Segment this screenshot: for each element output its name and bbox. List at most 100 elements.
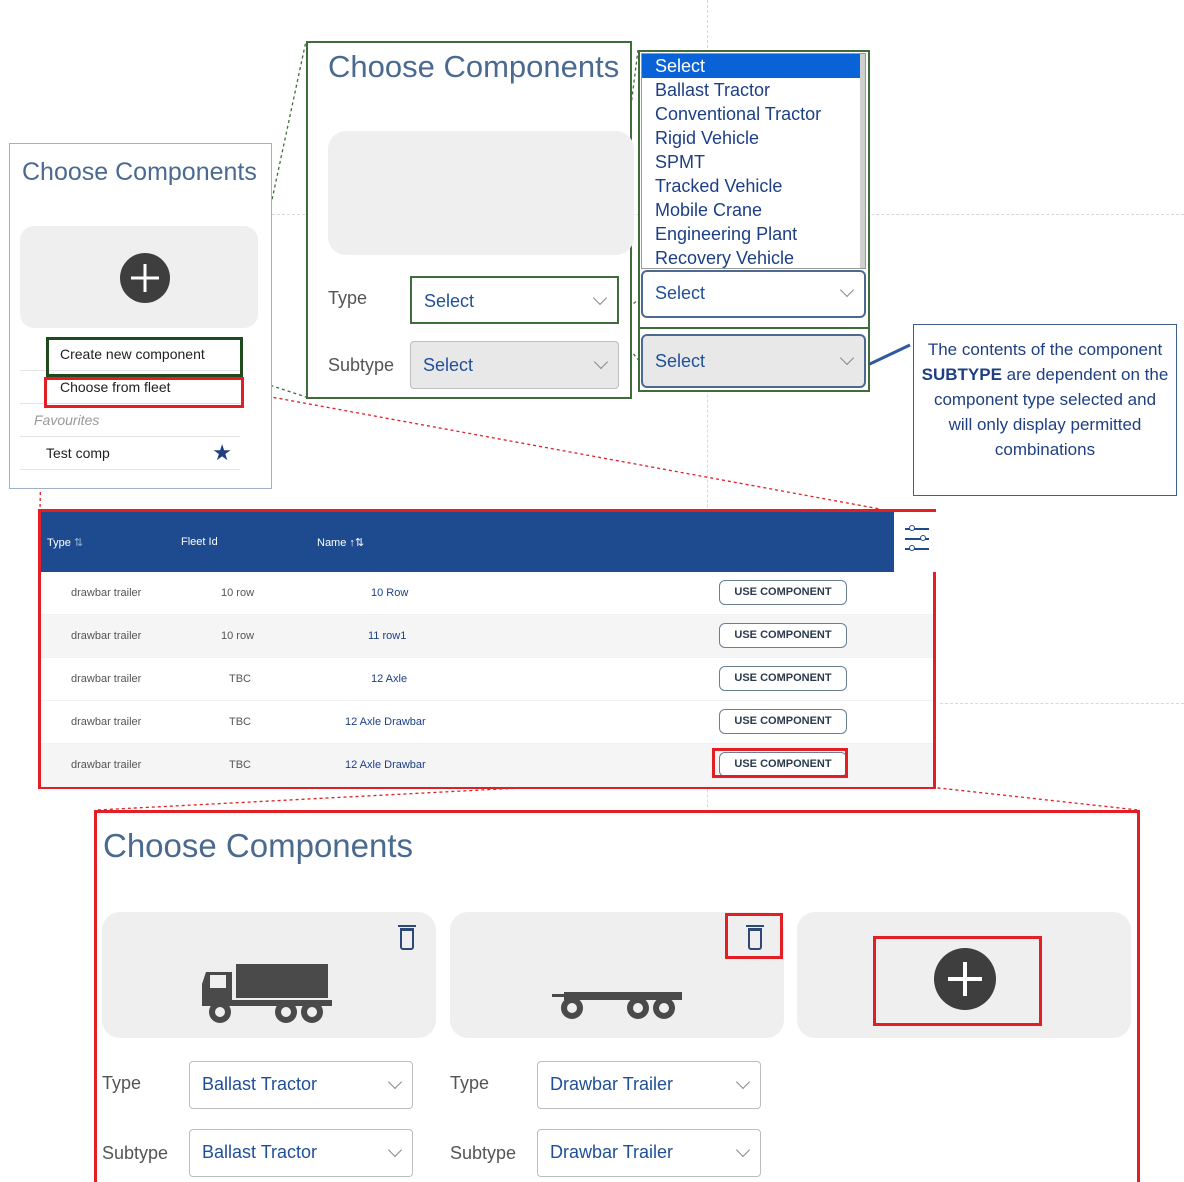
type-dropdown-panel: Select Ballast Tractor Conventional Trac… [638,50,870,392]
column-label: Name [317,537,347,549]
trailer-icon [552,992,682,1019]
type-select-value: Drawbar Trailer [550,1074,674,1094]
cell-fleet-id: TBC [229,716,251,728]
cell-type: drawbar trailer [71,587,142,599]
subtype-callout: The contents of the component SUBTYPE ar… [913,324,1177,496]
subtype-select: Select [410,341,619,389]
favourites-heading: Favourites [20,404,240,437]
favourite-item-label: Test comp [46,445,110,461]
chevron-down-icon [839,350,855,366]
highlight-trash [725,913,783,959]
use-component-button[interactable]: USE COMPONENT [719,709,847,734]
option-rigid-vehicle[interactable]: Rigid Vehicle [642,126,865,150]
star-icon[interactable]: ★ [212,442,232,464]
highlight-add-component [873,936,1042,1026]
type-label: Type [102,1073,142,1093]
type-select-value: Ballast Tractor [202,1074,318,1094]
scrollbar[interactable] [860,54,865,268]
column-header-name[interactable]: Name ↑⇅ [317,536,364,549]
option-ballast-tractor[interactable]: Ballast Tractor [642,78,865,102]
type-select-value: Select [655,283,706,303]
panel-title: Choose Components [328,49,620,84]
type-select-trailer[interactable]: Drawbar Trailer [537,1061,761,1109]
cell-type: drawbar trailer [71,716,142,728]
subtype-select-tractor[interactable]: Ballast Tractor [189,1129,413,1177]
subtype-label: Subtype [450,1143,517,1163]
chevron-down-icon [387,1074,403,1090]
option-recovery-vehicle[interactable]: Recovery Vehicle [642,246,865,268]
highlight-create-new [46,337,243,377]
use-component-button[interactable]: USE COMPONENT [719,623,847,648]
divider [638,327,870,329]
option-tracked-vehicle[interactable]: Tracked Vehicle [642,174,865,198]
column-header-fleet-id[interactable]: Fleet Id [181,536,218,548]
cell-fleet-id: 10 row [221,630,255,642]
cell-type: drawbar trailer [71,673,142,685]
choose-components-panel-form: Choose Components Type Select Subtype Se… [306,41,634,399]
subtype-select-value: Drawbar Trailer [550,1142,674,1162]
sort-asc-icon: ↑⇅ [349,537,365,549]
cell-type: drawbar trailer [71,630,142,642]
cell-name: 12 Axle Drawbar [345,759,426,771]
cell-name: 12 Axle [371,673,408,685]
choose-components-panel-small: Choose Components Create new component C… [9,143,272,489]
add-icon[interactable] [120,253,170,303]
subtype-select-value: Ballast Tractor [202,1142,318,1162]
table-row: drawbar trailer TBC 12 Axle Drawbar USE … [41,701,933,744]
chevron-down-icon [592,290,608,306]
sort-icon: ⇅ [73,537,84,549]
chevron-down-icon [735,1074,751,1090]
table-row: drawbar trailer 10 row 10 Row USE COMPON… [41,572,933,615]
component-card-tractor [102,912,436,1038]
highlight-use-component [712,748,848,778]
cell-fleet-id: TBC [229,673,251,685]
chevron-down-icon [593,354,609,370]
option-mobile-crane[interactable]: Mobile Crane [642,198,865,222]
cell-fleet-id: 10 row [221,587,255,599]
panel-title: Choose Components [103,827,414,864]
subtype-label: Subtype [328,355,395,375]
column-label: Type [47,537,71,549]
trash-icon[interactable] [398,925,416,950]
cell-fleet-id: TBC [229,759,251,771]
type-label: Type [450,1073,490,1093]
table-row: drawbar trailer 10 row 11 row1 USE COMPO… [41,615,933,658]
highlight-choose-fleet [44,377,244,408]
chevron-down-icon [387,1142,403,1158]
callout-text: The contents of the component [927,340,1163,359]
chevron-down-icon [839,282,855,298]
type-select-expanded[interactable]: Select [641,270,866,318]
subtype-select-value: Select [655,351,706,371]
add-component-card[interactable] [20,226,258,328]
type-label: Type [328,288,368,308]
subtype-select-value: Select [423,355,474,375]
fleet-table: Type ⇅ Fleet Id Name ↑⇅ drawbar trailer … [38,509,936,789]
tractor-icon [202,964,332,1023]
option-select[interactable]: Select [642,54,865,78]
subtype-label: Subtype [102,1143,169,1163]
panel-title: Choose Components [22,158,257,186]
subtype-select: Select [641,334,866,388]
type-select[interactable]: Select [410,276,619,324]
subtype-select-trailer[interactable]: Drawbar Trailer [537,1129,761,1177]
filter-settings-icon[interactable] [896,512,936,572]
favourite-item[interactable]: Test comp ★ [20,437,240,470]
type-select-tractor[interactable]: Ballast Tractor [189,1061,413,1109]
cell-name: 11 row1 [368,630,407,642]
chevron-down-icon [735,1142,751,1158]
use-component-button[interactable]: USE COMPONENT [719,666,847,691]
component-card-empty [328,131,634,255]
use-component-button[interactable]: USE COMPONENT [719,580,847,605]
cell-name: 10 Row [371,587,409,599]
column-header-type[interactable]: Type ⇅ [47,536,83,549]
option-conventional-tractor[interactable]: Conventional Tractor [642,102,865,126]
type-select-value: Select [424,291,475,311]
type-options-list[interactable]: Select Ballast Tractor Conventional Trac… [641,53,866,269]
cell-type: drawbar trailer [71,759,142,771]
option-spmt[interactable]: SPMT [642,150,865,174]
table-header: Type ⇅ Fleet Id Name ↑⇅ [41,512,894,572]
callout-bold: SUBTYPE [921,365,1002,384]
cell-name: 12 Axle Drawbar [345,716,426,728]
table-row: drawbar trailer TBC 12 Axle USE COMPONEN… [41,658,933,701]
option-engineering-plant[interactable]: Engineering Plant [642,222,865,246]
